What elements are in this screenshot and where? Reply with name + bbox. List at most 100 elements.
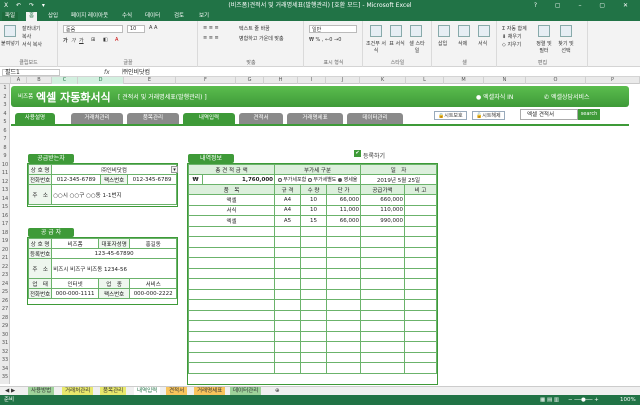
item-cell[interactable] <box>300 362 327 374</box>
align-left-icon[interactable]: ≡ ≡ ≡ <box>203 35 219 41</box>
item-cell[interactable] <box>300 257 327 269</box>
row-header[interactable]: 21 <box>0 255 10 261</box>
clear-button[interactable]: ◇ 지우기 <box>502 41 521 48</box>
banner-link-consult[interactable]: ✆ 엑셀상담서비스 <box>544 92 590 101</box>
item-cell[interactable] <box>188 257 275 269</box>
vat-option-include[interactable]: 부가세포함 <box>277 177 306 183</box>
row-header[interactable]: 4 <box>0 111 10 117</box>
zoom-level[interactable]: 100% <box>620 395 636 405</box>
row-header[interactable]: 24 <box>0 281 10 287</box>
row-header[interactable]: 16 <box>0 213 10 219</box>
row-header[interactable]: 22 <box>0 264 10 270</box>
row-header[interactable]: 33 <box>0 357 10 363</box>
item-cell[interactable]: 10 <box>300 204 327 216</box>
sort-filter-icon[interactable] <box>538 25 550 37</box>
tab-page-layout[interactable]: 페이지 레이아웃 <box>68 12 111 21</box>
item-cell[interactable] <box>188 351 275 363</box>
item-cell[interactable]: 11,000 <box>326 204 361 216</box>
nav-tab-entry[interactable]: 내역입력 <box>183 113 235 124</box>
tab-formulas[interactable]: 수식 <box>119 12 135 21</box>
item-cell[interactable] <box>188 299 275 311</box>
item-cell[interactable] <box>326 351 361 363</box>
paste-icon[interactable] <box>4 25 16 37</box>
item-cell[interactable] <box>404 225 437 237</box>
table-format-icon[interactable] <box>390 25 402 37</box>
sheet-unprotect-button[interactable]: 🔓시트해제 <box>472 111 505 120</box>
date-value[interactable]: 2019년 5월 25일 <box>360 174 437 185</box>
item-cell[interactable] <box>188 236 275 248</box>
sheet-protect-button[interactable]: 🔒시트보호 <box>434 111 467 120</box>
vat-option-zero[interactable]: 영세율 <box>338 177 357 183</box>
row-header[interactable]: 2 <box>0 94 10 100</box>
italic-icon[interactable]: 가 <box>71 37 76 44</box>
row-header[interactable]: 11 <box>0 170 10 176</box>
item-cell[interactable] <box>360 236 405 248</box>
item-cell[interactable] <box>274 309 301 321</box>
item-cell[interactable] <box>404 362 437 374</box>
item-cell[interactable] <box>188 330 275 342</box>
tab-data[interactable]: 데이터 <box>142 12 163 21</box>
quick-access-toolbar[interactable]: X ↶ ↷ ▾ <box>4 0 48 11</box>
item-cell[interactable] <box>360 278 405 290</box>
row-header[interactable]: 9 <box>0 153 10 159</box>
fax-value[interactable]: 012-345-6789 <box>127 174 177 185</box>
banner-link-excel[interactable]: ● 엑셀자식 IN <box>476 92 513 101</box>
conditional-format-icon[interactable] <box>370 25 382 37</box>
vat-option-exclude[interactable]: 부가세별도 <box>307 177 336 183</box>
item-cell[interactable] <box>326 288 361 300</box>
search-button[interactable]: search <box>578 109 600 120</box>
cell-style-icon[interactable] <box>410 25 422 37</box>
item-cell[interactable] <box>326 320 361 332</box>
bold-icon[interactable]: 가 <box>63 37 68 44</box>
border-icon[interactable]: ⊞ <box>91 37 95 43</box>
item-cell[interactable] <box>274 278 301 290</box>
item-cell[interactable] <box>300 330 327 342</box>
item-cell[interactable] <box>300 320 327 332</box>
item-cell[interactable] <box>404 299 437 311</box>
item-cell[interactable] <box>404 278 437 290</box>
nav-tab-estimate[interactable]: 견적서 <box>239 113 283 124</box>
number-format-select[interactable]: 일반 <box>309 25 357 33</box>
item-cell[interactable] <box>274 320 301 332</box>
row-header[interactable]: 19 <box>0 238 10 244</box>
column-header[interactable]: L <box>406 77 444 84</box>
item-cell[interactable] <box>188 267 275 279</box>
row-header[interactable]: 5 <box>0 119 10 125</box>
conditional-format-button[interactable]: 조건부 서식 <box>366 40 386 54</box>
fill-color-icon[interactable]: ◧ <box>103 37 108 43</box>
nav-tab-clients[interactable]: 거래처관리 <box>71 113 123 124</box>
merge-center-button[interactable]: 병합하고 가운데 맞춤 <box>239 35 284 42</box>
item-cell[interactable] <box>360 288 405 300</box>
item-cell[interactable] <box>404 236 437 248</box>
item-cell[interactable] <box>404 194 437 206</box>
item-cell[interactable]: 66,000 <box>326 215 361 227</box>
item-cell[interactable] <box>300 236 327 248</box>
fill-button[interactable]: ⬇ 채우기 <box>502 33 522 40</box>
column-header[interactable]: I <box>298 77 326 84</box>
item-cell[interactable] <box>300 267 327 279</box>
item-cell[interactable] <box>404 330 437 342</box>
column-header[interactable]: D <box>78 77 124 84</box>
column-header[interactable]: E <box>124 77 176 84</box>
zoom-slider[interactable]: − ──●── + <box>568 395 599 405</box>
item-cell[interactable] <box>300 309 327 321</box>
find-select-icon[interactable] <box>560 25 572 37</box>
row-header[interactable]: 23 <box>0 272 10 278</box>
item-cell[interactable]: A4 <box>274 204 301 216</box>
item-cell[interactable] <box>188 341 275 353</box>
insert-cell-icon[interactable] <box>438 25 450 37</box>
item-cell[interactable] <box>404 204 437 216</box>
row-header[interactable]: 29 <box>0 323 10 329</box>
row-header[interactable]: 14 <box>0 196 10 202</box>
item-cell[interactable] <box>404 341 437 353</box>
item-cell[interactable]: A4 <box>274 194 301 206</box>
item-cell[interactable] <box>188 362 275 374</box>
item-cell[interactable] <box>326 341 361 353</box>
column-header[interactable]: B <box>27 77 52 84</box>
cell-style-button[interactable]: 셀 스타일 <box>408 40 426 54</box>
item-cell[interactable] <box>300 278 327 290</box>
item-cell[interactable] <box>188 278 275 290</box>
tab-home[interactable]: 홈 <box>26 12 38 21</box>
item-cell[interactable] <box>360 267 405 279</box>
row-header[interactable]: 31 <box>0 340 10 346</box>
